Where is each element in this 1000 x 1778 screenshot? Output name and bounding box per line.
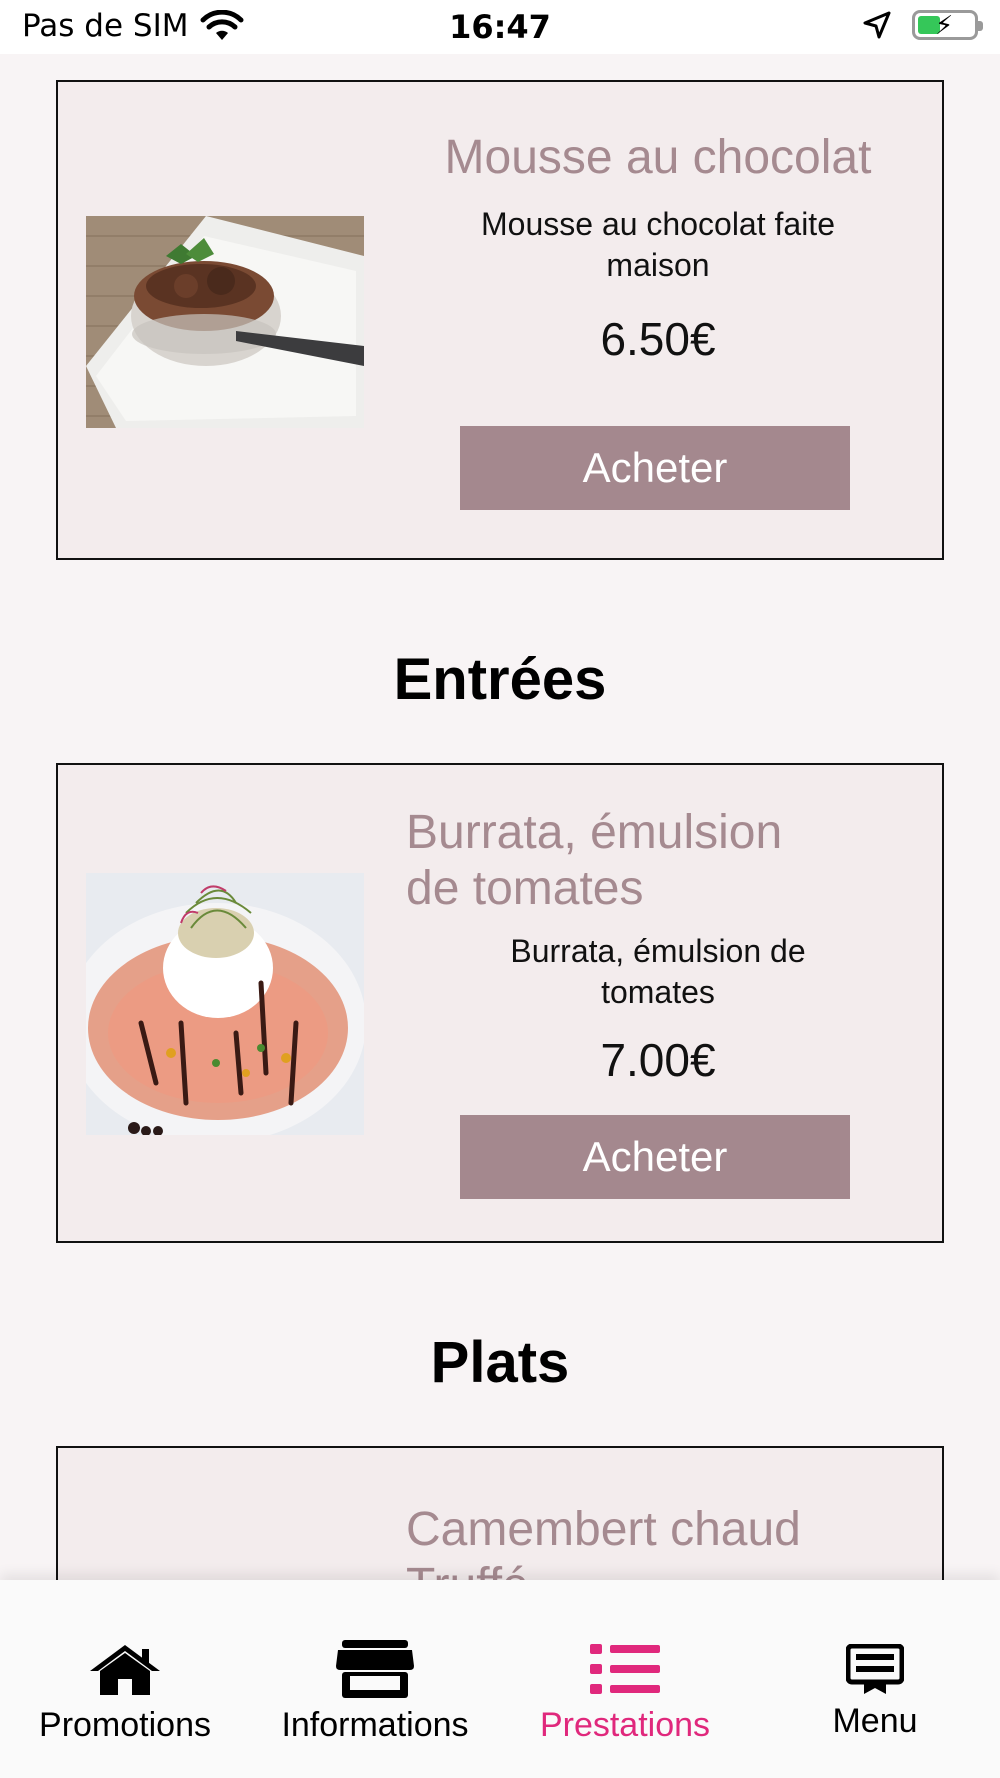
product-price: 6.50€ (600, 313, 716, 365)
product-description: Mousse au chocolat faite maison (481, 206, 835, 283)
list-icon (500, 1640, 750, 1698)
tab-menu[interactable]: Menu (750, 1640, 1000, 1741)
product-info: Mousse au chocolat Mousse au chocolat fa… (388, 130, 928, 366)
tab-label: Prestations (539, 1706, 711, 1744)
prestations-list[interactable]: Mousse au chocolat Mousse au chocolat fa… (0, 54, 1000, 1580)
location-arrow-icon (863, 11, 891, 39)
menu-card-icon (750, 1640, 1000, 1698)
tab-label: Menu (832, 1702, 918, 1740)
tab-label: Informations (281, 1706, 469, 1744)
tab-prestations[interactable]: Prestations (500, 1640, 750, 1745)
status-time: 16:47 (449, 8, 551, 46)
product-info: Camembert chaud Truffé (406, 1502, 906, 1580)
tab-informations[interactable]: Informations (250, 1640, 500, 1745)
product-title: Mousse au chocolat (444, 131, 872, 184)
product-image-mousse (86, 216, 364, 428)
product-price: 7.00€ (600, 1034, 716, 1086)
section-title-plats: Plats (430, 1330, 570, 1395)
home-icon (0, 1640, 250, 1698)
status-indicators: ⚡ (862, 10, 983, 41)
product-image-burrata (86, 873, 364, 1135)
tab-promotions[interactable]: Promotions (0, 1640, 250, 1745)
product-card: Mousse au chocolat Mousse au chocolat fa… (56, 80, 944, 560)
bottom-tab-bar: Promotions Informations Prestations Menu (0, 1580, 1000, 1778)
status-bar: Pas de SIM 16:47 ⚡ (0, 0, 1000, 54)
product-title: Camembert chaud Truffé (406, 1503, 801, 1580)
store-icon (250, 1640, 500, 1698)
product-description: Burrata, émulsion de tomates (510, 933, 806, 1010)
product-card: Camembert chaud Truffé (56, 1446, 944, 1580)
product-card: Burrata, émulsion de tomates Burrata, ém… (56, 763, 944, 1243)
buy-button[interactable]: Acheter (460, 1115, 850, 1199)
section-title-entrees: Entrées (393, 647, 607, 712)
product-title: Burrata, émulsion de tomates (406, 806, 783, 915)
tab-label: Promotions (39, 1706, 211, 1744)
product-info: Burrata, émulsion de tomates Burrata, ém… (388, 805, 928, 1087)
battery-icon: ⚡ (912, 10, 983, 41)
buy-button[interactable]: Acheter (460, 426, 850, 510)
